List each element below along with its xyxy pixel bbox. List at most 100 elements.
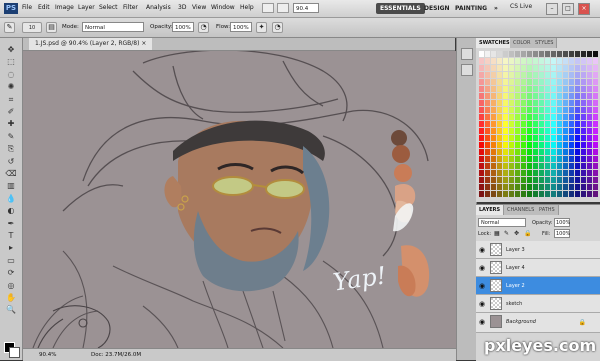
swatch-cell[interactable] xyxy=(593,156,599,163)
swatch-cell[interactable] xyxy=(593,184,599,191)
zoom-level-field[interactable]: 90.4 xyxy=(293,3,319,13)
clone-icon[interactable]: ⎘ xyxy=(5,143,17,155)
swatch-cell[interactable] xyxy=(593,135,599,142)
healing-icon[interactable]: ✚ xyxy=(5,118,17,130)
document-tab[interactable]: 1.JS.psd @ 90.4% (Layer 2, RGB/8) × xyxy=(29,38,153,50)
visibility-eye-icon[interactable]: ◉ xyxy=(479,282,487,290)
menu-select[interactable]: Select xyxy=(99,4,118,11)
crop-icon[interactable]: ⌗ xyxy=(5,94,17,106)
hand-icon[interactable]: ✋ xyxy=(5,292,17,304)
mode-select[interactable]: Normal xyxy=(82,22,144,32)
layer-row-selected[interactable]: ◉ Layer 2 xyxy=(476,277,600,295)
swatch-cell[interactable] xyxy=(593,51,599,58)
background-color-swatch[interactable] xyxy=(9,347,20,358)
tab-color[interactable]: COLOR xyxy=(510,38,535,48)
history-panel-icon[interactable] xyxy=(461,48,473,60)
shape-icon[interactable]: ▭ xyxy=(5,255,17,267)
tab-styles[interactable]: STYLES xyxy=(532,38,558,48)
swatch-cell[interactable] xyxy=(593,72,599,79)
gradient-icon[interactable]: ▥ xyxy=(5,180,17,192)
lasso-icon[interactable]: ◌ xyxy=(5,69,17,81)
layer-row[interactable]: ◉ Background 🔒 xyxy=(476,313,600,333)
brush-panel-toggle-icon[interactable]: ▤ xyxy=(46,22,57,33)
visibility-eye-icon[interactable]: ◉ xyxy=(479,264,487,272)
brush-preset-picker[interactable]: 10 xyxy=(22,22,42,33)
minimize-button[interactable]: – xyxy=(546,3,558,15)
lock-position-icon[interactable]: ✥ xyxy=(514,230,519,237)
layer-row[interactable]: ◉ Layer 3 xyxy=(476,241,600,259)
close-button[interactable]: × xyxy=(578,3,590,15)
swatch-cell[interactable] xyxy=(593,107,599,114)
menu-filter[interactable]: Filter xyxy=(123,4,138,11)
layer-row[interactable]: ◉ sketch xyxy=(476,295,600,313)
swatch-grid[interactable] xyxy=(479,51,599,199)
quick-select-icon[interactable]: ✺ xyxy=(5,81,17,93)
swatch-cell[interactable] xyxy=(593,163,599,170)
flow-field[interactable]: 100% xyxy=(230,22,252,32)
swatch-cell[interactable] xyxy=(593,191,599,198)
swatch-cell[interactable] xyxy=(593,58,599,65)
pen-icon[interactable]: ✒ xyxy=(5,218,17,230)
menu-edit[interactable]: Edit xyxy=(38,4,50,11)
swatch-cell[interactable] xyxy=(593,100,599,107)
mini-bridge-button[interactable] xyxy=(277,3,289,13)
menu-help[interactable]: Help xyxy=(240,4,254,11)
layer-opacity-field[interactable]: 100% xyxy=(554,218,570,227)
brush-icon[interactable]: ✎ xyxy=(5,131,17,143)
airbrush-icon[interactable]: ✦ xyxy=(256,22,267,33)
menu-window[interactable]: Window xyxy=(211,4,235,11)
marquee-icon[interactable]: ⬚ xyxy=(5,56,17,68)
menu-file[interactable]: File xyxy=(22,4,32,11)
bridge-button[interactable] xyxy=(262,3,274,13)
visibility-eye-icon[interactable]: ◉ xyxy=(479,300,487,308)
type-icon[interactable]: T xyxy=(5,230,17,242)
3d-orbit-icon[interactable]: ◎ xyxy=(5,280,17,292)
swatch-cell[interactable] xyxy=(593,86,599,93)
history-brush-icon[interactable]: ↺ xyxy=(5,156,17,168)
menu-image[interactable]: Image xyxy=(55,4,74,11)
swatch-cell[interactable] xyxy=(593,65,599,72)
eyedropper-icon[interactable]: ✐ xyxy=(5,106,17,118)
swatch-cell[interactable] xyxy=(593,128,599,135)
tab-layers[interactable]: LAYERS xyxy=(476,205,505,215)
opacity-field[interactable]: 100% xyxy=(172,22,194,32)
maximize-button[interactable]: □ xyxy=(562,3,574,15)
brush-tool-icon[interactable]: ✎ xyxy=(4,22,15,33)
3d-rotate-icon[interactable]: ⟳ xyxy=(5,267,17,279)
move-icon[interactable]: ✥ xyxy=(5,44,17,56)
document-canvas[interactable]: Yap! xyxy=(23,51,456,348)
cs-live-button[interactable]: CS Live xyxy=(510,3,532,10)
workspace-essentials[interactable]: ESSENTIALS xyxy=(376,3,425,14)
workspace-painting[interactable]: PAINTING xyxy=(451,3,491,14)
blend-mode-select[interactable]: Normal xyxy=(478,218,526,227)
lock-transparent-icon[interactable]: ▦ xyxy=(494,230,500,237)
swatch-cell[interactable] xyxy=(593,177,599,184)
pressure-opacity-icon[interactable]: ◔ xyxy=(198,22,209,33)
menu-analysis[interactable]: Analysis xyxy=(146,4,171,11)
zoom-icon[interactable]: 🔍 xyxy=(5,304,17,316)
visibility-eye-icon[interactable]: ◉ xyxy=(479,318,487,326)
lock-image-icon[interactable]: ✎ xyxy=(504,230,509,237)
swatch-cell[interactable] xyxy=(593,79,599,86)
path-select-icon[interactable]: ▸ xyxy=(5,242,17,254)
menu-3d[interactable]: 3D xyxy=(178,4,186,11)
swatch-cell[interactable] xyxy=(593,149,599,156)
tab-channels[interactable]: CHANNELS xyxy=(504,205,539,215)
eraser-icon[interactable]: ⌫ xyxy=(5,168,17,180)
zoom-status[interactable]: 90.4% xyxy=(39,352,56,358)
swatch-cell[interactable] xyxy=(593,114,599,121)
tab-swatches[interactable]: SWATCHES xyxy=(476,38,514,48)
tab-paths[interactable]: PATHS xyxy=(536,205,559,215)
layer-row[interactable]: ◉ Layer 4 xyxy=(476,259,600,277)
menu-view[interactable]: View xyxy=(192,4,206,11)
swatch-cell[interactable] xyxy=(593,170,599,177)
actions-panel-icon[interactable] xyxy=(461,64,473,76)
workspace-more-button[interactable]: » xyxy=(490,3,502,14)
swatch-cell[interactable] xyxy=(593,121,599,128)
lock-all-icon[interactable]: 🔒 xyxy=(524,230,531,237)
pressure-size-icon[interactable]: ◔ xyxy=(272,22,283,33)
blur-icon[interactable]: 💧 xyxy=(5,193,17,205)
workspace-design[interactable]: DESIGN xyxy=(420,3,454,14)
dodge-icon[interactable]: ◐ xyxy=(5,205,17,217)
swatch-cell[interactable] xyxy=(593,93,599,100)
